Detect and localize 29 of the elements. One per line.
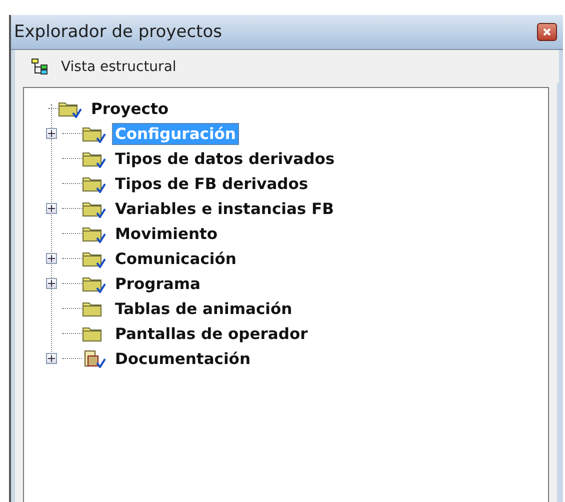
expand-icon[interactable] [46,203,57,214]
tree-item[interactable]: Programa [112,272,204,294]
tree-item[interactable]: Pantallas de operador [112,322,311,344]
window-title: Explorador de proyectos [14,22,222,42]
tree-view-icon [31,58,49,76]
folder-icon [82,224,106,242]
folder-icon [82,250,106,268]
tree-item[interactable]: Tipos de datos derivados [112,148,338,170]
structural-view-button[interactable]: Vista estructural [31,58,176,76]
folder-icon [82,174,106,192]
tree-item[interactable]: Tipos de FB derivados [112,172,312,194]
document-icon [82,350,106,368]
folder-icon [82,274,106,292]
tree-item[interactable]: Proyecto [88,98,172,120]
expand-icon[interactable] [46,353,57,364]
tree-item[interactable]: Tablas de animación [112,298,296,320]
tree-item[interactable]: Movimiento [112,222,221,244]
tree-item[interactable]: Variables e instancias FB [112,198,337,220]
close-icon [542,27,552,37]
folder-icon [82,200,106,218]
expand-icon[interactable] [46,253,57,264]
close-button[interactable] [537,23,557,41]
folder-icon [82,150,106,168]
tree-item[interactable]: Documentación [112,348,254,370]
tree-item[interactable]: Comunicación [112,248,240,270]
expand-icon[interactable] [46,128,57,139]
folder-icon [82,124,106,142]
folder-icon [58,100,82,118]
expand-icon[interactable] [46,278,57,289]
